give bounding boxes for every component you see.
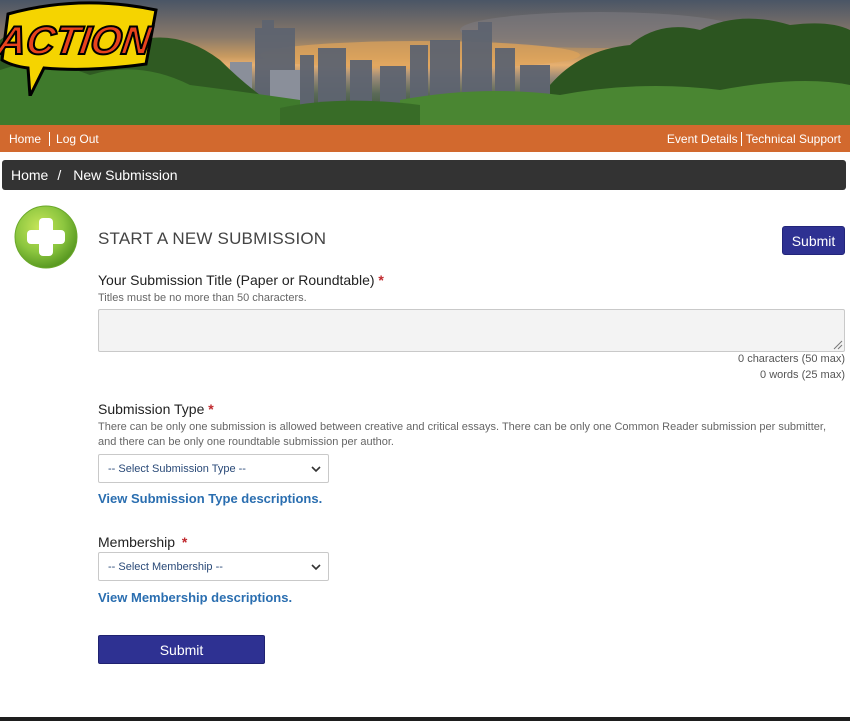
title-hint: Titles must be no more than 50 character… bbox=[98, 292, 307, 304]
membership-label: Membership * bbox=[98, 534, 187, 550]
submission-type-selected: -- Select Submission Type -- bbox=[108, 462, 246, 475]
submission-title-input[interactable] bbox=[98, 309, 845, 352]
logo-text: ACTION bbox=[0, 18, 155, 63]
page-title: START A NEW SUBMISSION bbox=[98, 229, 327, 248]
character-counter: 0 characters (50 max) bbox=[738, 353, 845, 365]
top-nav-left: Home Log Out bbox=[9, 131, 99, 146]
submission-type-label: Submission Type * bbox=[98, 401, 214, 417]
plus-circle-icon bbox=[14, 205, 78, 269]
nav-tech-support-link[interactable]: Technical Support bbox=[746, 132, 841, 146]
submit-button-top[interactable]: Submit bbox=[782, 226, 845, 255]
resize-grip-icon[interactable] bbox=[831, 338, 843, 350]
nav-logout-link[interactable]: Log Out bbox=[56, 132, 99, 146]
action-logo: ACTION bbox=[0, 1, 158, 96]
footer-divider bbox=[0, 717, 850, 721]
title-field-label: Your Submission Title (Paper or Roundtab… bbox=[98, 272, 384, 288]
chevron-down-icon bbox=[311, 466, 321, 473]
membership-selected: -- Select Membership -- bbox=[108, 560, 223, 573]
required-marker: * bbox=[181, 534, 188, 550]
nav-home-link[interactable]: Home bbox=[9, 132, 41, 146]
breadcrumb-current: New Submission bbox=[73, 167, 178, 183]
top-nav-right: Event Details Technical Support bbox=[667, 131, 841, 146]
word-counter: 0 words (25 max) bbox=[760, 369, 845, 381]
breadcrumb: Home / New Submission bbox=[2, 160, 846, 190]
top-nav-bar: Home Log Out Event Details Technical Sup… bbox=[0, 125, 850, 152]
submission-type-hint: There can be only one submission is allo… bbox=[98, 421, 827, 448]
nav-event-details-link[interactable]: Event Details bbox=[667, 132, 738, 146]
chevron-down-icon bbox=[311, 564, 321, 571]
membership-select[interactable]: -- Select Membership -- bbox=[98, 552, 329, 581]
submission-type-label-text: Submission Type bbox=[98, 401, 205, 417]
breadcrumb-home-link[interactable]: Home bbox=[11, 167, 48, 183]
required-marker: * bbox=[378, 272, 384, 288]
nav-divider bbox=[49, 131, 51, 146]
submission-type-descriptions-link[interactable]: View Submission Type descriptions. bbox=[98, 491, 322, 506]
membership-descriptions-link[interactable]: View Membership descriptions. bbox=[98, 590, 292, 605]
breadcrumb-separator: / bbox=[57, 167, 62, 183]
required-marker: * bbox=[208, 401, 214, 417]
nav-divider bbox=[740, 131, 742, 146]
title-label-text: Your Submission Title (Paper or Roundtab… bbox=[98, 272, 375, 288]
submit-button-bottom[interactable]: Submit bbox=[98, 635, 265, 664]
membership-label-text: Membership bbox=[98, 534, 176, 550]
submission-type-select[interactable]: -- Select Submission Type -- bbox=[98, 454, 329, 483]
header-banner: ACTION bbox=[0, 0, 850, 125]
